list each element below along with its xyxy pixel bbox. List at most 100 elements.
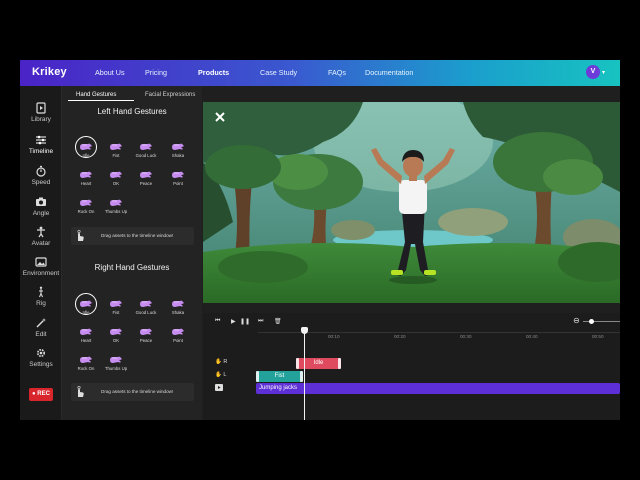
right-hand-gestures-title: Right Hand Gestures <box>94 263 170 272</box>
clip-jumping-jacks[interactable]: Jumping jacks <box>256 383 620 394</box>
hand-gesture-icon <box>110 199 122 206</box>
sidebar-label: Environment <box>22 270 60 277</box>
gesture-label: Peace <box>139 338 153 343</box>
record-button[interactable]: ● REC <box>29 388 53 401</box>
skip-back-icon[interactable]: ⏮ <box>215 318 220 325</box>
right-gesture-point[interactable]: Point <box>166 327 190 343</box>
left-gesture-shaka[interactable]: Shaka <box>166 142 190 158</box>
pause-icon[interactable]: ❚❚ <box>240 318 250 325</box>
play-icon[interactable]: ▶ <box>231 318 236 325</box>
left-gesture-peace[interactable]: Peace <box>134 170 158 186</box>
clip-handle-right[interactable] <box>338 358 341 369</box>
left-gesture-heart[interactable]: Heart <box>74 170 98 186</box>
trash-icon[interactable]: 🗑 <box>274 318 282 325</box>
gesture-label: Good Luck <box>135 153 157 158</box>
zoom-out-icon[interactable]: ⊖ <box>573 316 580 325</box>
right-gesture-heart[interactable]: Heart <box>74 327 98 343</box>
top-nav: Krikey About Us Pricing Products Case St… <box>20 60 620 86</box>
gesture-label: Fist <box>112 310 120 315</box>
clip-handle-left[interactable] <box>296 358 299 369</box>
user-avatar[interactable]: V <box>586 65 600 79</box>
skip-forward-icon[interactable]: ⏭ <box>258 318 263 325</box>
close-icon[interactable] <box>215 112 225 122</box>
right-hand-track-label: ✋ R <box>215 359 228 365</box>
gesture-label: Heart <box>80 181 92 186</box>
gesture-label: Point <box>173 181 183 186</box>
right-gesture-thumbs-up[interactable]: Thumbs Up <box>104 355 128 371</box>
right-gesture-idle[interactable]: Idle <box>74 293 98 315</box>
hint-text: Drag assets to the timeline window! <box>101 233 174 238</box>
left-gesture-rock-on[interactable]: Rock On <box>74 198 98 214</box>
clip-label: Jumping jacks <box>259 385 298 391</box>
app-window: Krikey About Us Pricing Products Case St… <box>20 60 620 420</box>
sidebar-item-edit[interactable]: Edit <box>20 317 62 338</box>
sidebar-item-settings[interactable]: Settings <box>20 347 62 368</box>
right-gesture-rock-on[interactable]: Rock On <box>74 355 98 371</box>
hand-gesture-icon <box>110 143 122 150</box>
sidebar-label: Edit <box>35 331 47 338</box>
image-icon <box>35 257 47 267</box>
nav-case-study[interactable]: Case Study <box>260 68 297 77</box>
right-gesture-shaka[interactable]: Shaka <box>166 299 190 315</box>
hand-icon: ✋ <box>215 359 222 365</box>
krikey-logo[interactable]: Krikey <box>32 66 67 78</box>
right-gesture-peace[interactable]: Peace <box>134 327 158 343</box>
left-gesture-good-luck[interactable]: Good Luck <box>134 142 158 158</box>
gesture-label: Shaka <box>171 310 185 315</box>
clip-idle[interactable]: Idle <box>296 358 341 369</box>
nav-documentation[interactable]: Documentation <box>365 68 413 77</box>
gesture-label: Shaka <box>171 153 185 158</box>
hand-gesture-icon <box>172 328 184 335</box>
clip-label: Idle <box>313 360 324 366</box>
sidebar-item-library[interactable]: Library <box>20 102 62 123</box>
sidebar-item-speed[interactable]: Speed <box>20 165 62 186</box>
clip-fist[interactable]: Fist <box>256 371 303 382</box>
clip-handle-left[interactable] <box>256 371 259 382</box>
left-gesture-ok[interactable]: OK <box>104 170 128 186</box>
gesture-label: Thumbs Up <box>104 209 128 214</box>
scene-viewport[interactable] <box>203 102 620 303</box>
left-gesture-thumbs-up[interactable]: Thumbs Up <box>104 198 128 214</box>
playhead[interactable] <box>304 332 305 420</box>
sidebar-label: Speed <box>31 179 51 186</box>
gesture-label: Fist <box>112 153 120 158</box>
hand-gesture-icon <box>140 328 152 335</box>
sidebar-item-timeline[interactable]: Timeline <box>20 134 62 155</box>
zoom-slider-handle[interactable] <box>589 319 594 324</box>
sidebar-item-avatar[interactable]: Avatar <box>20 226 62 247</box>
library-icon <box>36 102 46 114</box>
sidebar-item-rig[interactable]: Rig <box>20 286 62 307</box>
gesture-label: Point <box>173 338 183 343</box>
left-gesture-idle[interactable]: Idle <box>74 136 98 158</box>
left-gesture-point[interactable]: Point <box>166 170 190 186</box>
hand-gesture-icon <box>80 356 92 363</box>
right-gesture-ok[interactable]: OK <box>104 327 128 343</box>
tick-label: 00:20 <box>394 334 406 339</box>
chevron-down-icon[interactable]: ▾ <box>602 69 605 76</box>
nav-products[interactable]: Products <box>198 68 229 77</box>
nav-pricing[interactable]: Pricing <box>145 68 167 77</box>
tab-facial-expressions[interactable]: Facial Expressions <box>145 92 195 98</box>
selected-ring <box>75 293 97 315</box>
tick-label: 00:50 <box>592 334 604 339</box>
tab-hand-gestures[interactable]: Hand Gestures <box>76 92 116 98</box>
magic-wand-icon <box>36 318 46 328</box>
gesture-label: Rock On <box>77 209 95 214</box>
nav-faqs[interactable]: FAQs <box>328 68 346 77</box>
sidebar-item-angle[interactable]: Angle <box>20 196 62 217</box>
hand-gesture-icon <box>172 143 184 150</box>
skeleton-icon <box>39 286 43 298</box>
hand-gesture-icon <box>80 199 92 206</box>
hand-gesture-icon <box>172 300 184 307</box>
selected-ring <box>75 136 97 158</box>
clip-handle-right[interactable] <box>300 371 303 382</box>
gesture-panel: Hand Gestures Facial Expressions Left Ha… <box>62 86 202 420</box>
hand-gesture-icon <box>140 143 152 150</box>
sidebar-item-environment[interactable]: Environment <box>20 256 62 277</box>
right-gesture-fist[interactable]: Fist <box>104 299 128 315</box>
right-gesture-good-luck[interactable]: Good Luck <box>134 299 158 315</box>
nav-about-us[interactable]: About Us <box>95 68 125 77</box>
gesture-label: Peace <box>139 181 153 186</box>
left-gesture-fist[interactable]: Fist <box>104 142 128 158</box>
playhead-handle[interactable] <box>301 327 308 334</box>
